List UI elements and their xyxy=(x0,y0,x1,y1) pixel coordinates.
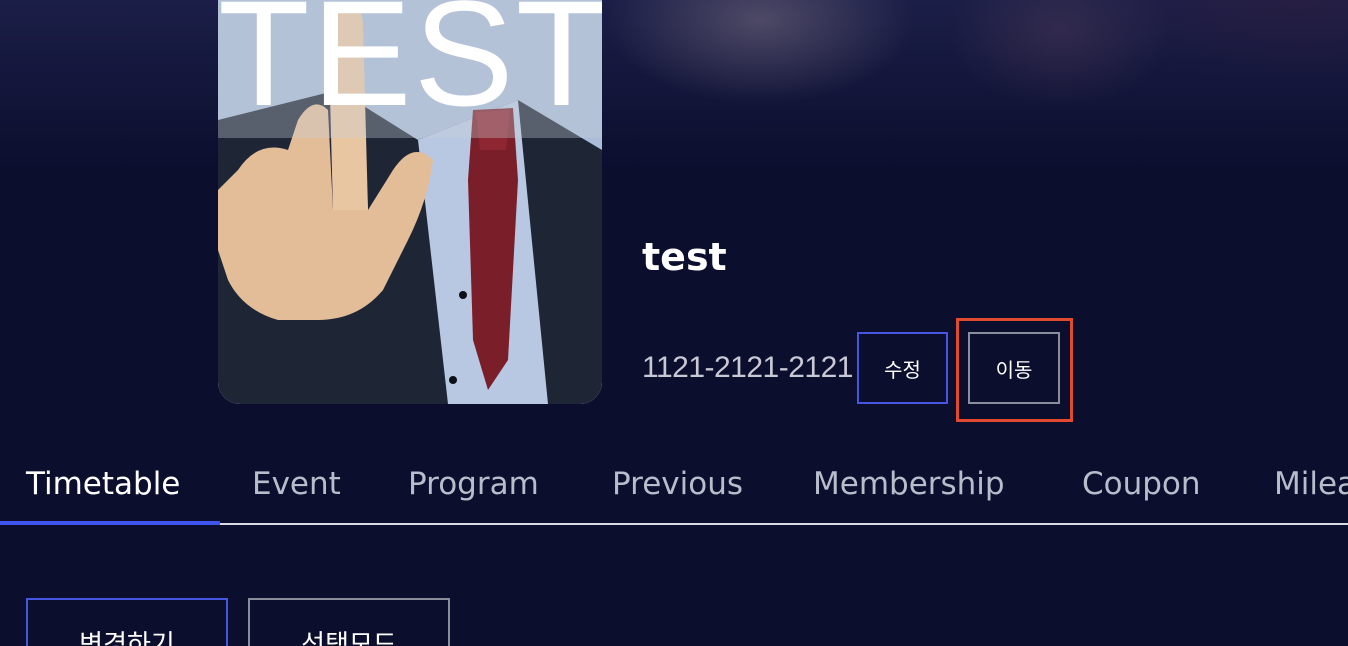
change-button[interactable]: 변경하기 xyxy=(26,598,228,646)
thumbnail-overlay-text: TEST xyxy=(218,0,602,137)
tab-program[interactable]: Program xyxy=(408,462,539,506)
profile-phone: 1121-2121-2121 xyxy=(642,351,853,384)
edit-button[interactable]: 수정 xyxy=(857,332,948,404)
profile-name: test xyxy=(642,235,727,279)
profile-thumbnail: TEST xyxy=(218,0,602,404)
select-mode-button[interactable]: 선택모드 xyxy=(248,598,450,646)
tab-membership[interactable]: Membership xyxy=(813,462,1005,506)
tab-previous[interactable]: Previous xyxy=(612,462,743,506)
move-button[interactable]: 이동 xyxy=(968,332,1060,404)
tab-timetable[interactable]: Timetable xyxy=(26,462,180,506)
tab-event[interactable]: Event xyxy=(252,462,341,506)
tab-mileage[interactable]: Mileage xyxy=(1274,462,1348,506)
page: TEST test 1121-2121-2121 수정 이동 Timetable… xyxy=(0,0,1348,646)
tab-coupon[interactable]: Coupon xyxy=(1082,462,1201,506)
hero-background xyxy=(0,0,1348,170)
tab-active-indicator xyxy=(0,521,220,525)
